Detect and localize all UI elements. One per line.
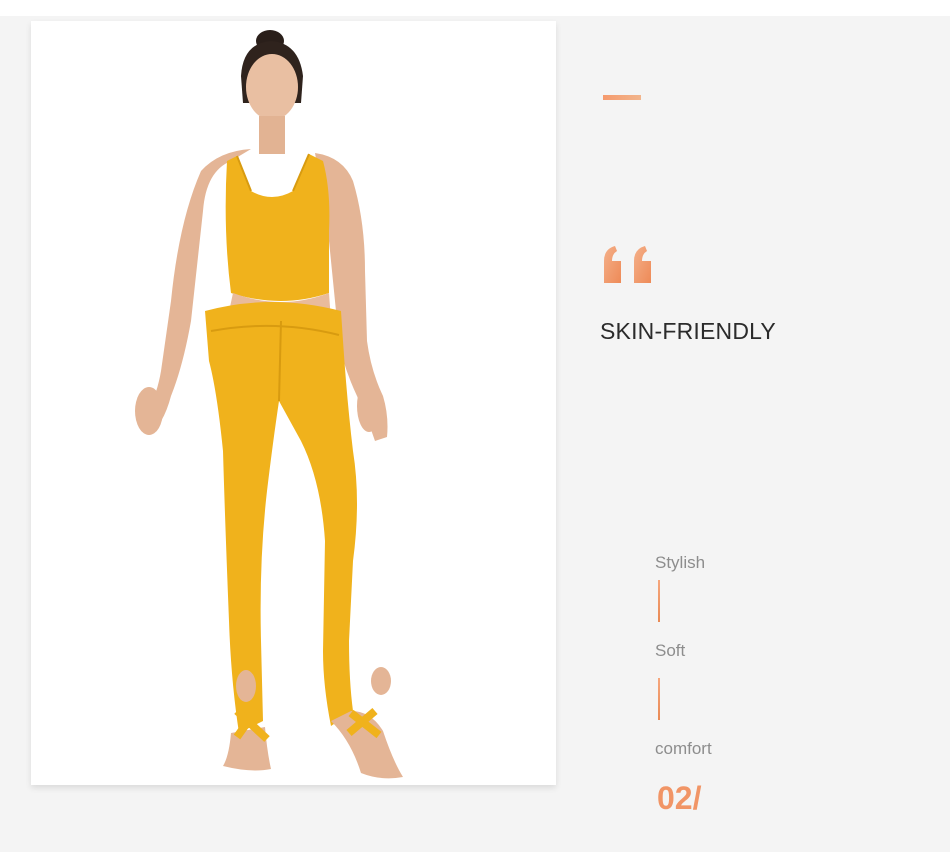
- feature-divider: [658, 580, 660, 622]
- headline: SKIN-FRIENDLY: [600, 318, 776, 344]
- model-illustration: [31, 21, 556, 785]
- accent-dash: [603, 95, 641, 100]
- feature-soft: Soft: [655, 641, 686, 660]
- feature-comfort: comfort: [655, 739, 712, 758]
- feature-divider: [658, 678, 660, 720]
- product-photo: [31, 21, 556, 785]
- page-number: 02/: [657, 780, 702, 816]
- feature-stylish: Stylish: [655, 553, 706, 572]
- quote-mark-icon: [604, 246, 651, 283]
- top-strip: [0, 0, 950, 16]
